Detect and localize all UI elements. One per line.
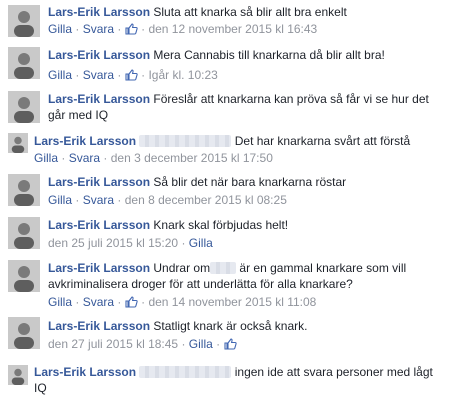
author-name[interactable]: Lars-Erik Larsson (34, 134, 136, 148)
avatar[interactable] (8, 260, 40, 292)
thumbs-up-icon[interactable] (125, 23, 138, 35)
author-name[interactable]: Lars-Erik Larsson (48, 92, 150, 106)
comment: Lars-Erik Larsson Det har knarkarna svår… (0, 130, 452, 170)
avatar[interactable] (8, 174, 40, 206)
separator: · (181, 337, 186, 351)
author-name[interactable]: Lars-Erik Larsson (48, 261, 150, 275)
comment-timestamp[interactable]: den 27 juli 2015 kl 18:45 (48, 337, 178, 351)
comment-timestamp[interactable]: den 8 december 2015 kl 08:25 (125, 193, 287, 207)
comment-text: Det har knarkarna svårt att förstå (234, 134, 411, 148)
thumbs-up-icon[interactable] (125, 296, 138, 308)
comment-timestamp[interactable]: den 12 november 2015 kl 16:43 (148, 22, 317, 36)
comment: Lars-Erik Larsson Så blir det när bara k… (0, 170, 452, 214)
avatar[interactable] (8, 365, 28, 385)
comment-timestamp[interactable]: Igår kl. 10:23 (148, 68, 217, 82)
separator: · (216, 337, 221, 351)
reply-button[interactable]: Svara (69, 151, 100, 165)
reply-button[interactable]: Svara (83, 193, 114, 207)
avatar[interactable] (8, 217, 40, 249)
separator: · (75, 22, 80, 36)
comment: Lars-Erik Larsson Undrar om är en gammal… (0, 258, 452, 312)
like-button[interactable]: Gilla (189, 236, 213, 250)
comment: Lars-Erik Larsson Mera Cannabis till kna… (0, 44, 452, 86)
comment: Lars-Erik Larsson Knark skal förbjudas h… (0, 214, 452, 258)
separator: · (181, 236, 186, 250)
separator: · (75, 68, 80, 82)
comment-timestamp[interactable]: den 25 juli 2015 kl 15:20 (48, 236, 178, 250)
thumbs-up-icon[interactable] (223, 338, 237, 350)
author-name[interactable]: Lars-Erik Larsson (48, 319, 150, 333)
comment-text: Sluta att knarka så blir allt bra enkelt (153, 5, 347, 19)
comment-text: Knark skal förbjudas helt! (153, 218, 289, 232)
separator: · (141, 295, 146, 309)
thumbs-up-icon[interactable] (125, 69, 138, 81)
separator: · (75, 193, 80, 207)
avatar[interactable] (8, 133, 28, 153)
separator: · (61, 151, 66, 165)
avatar[interactable] (8, 5, 40, 37)
comment-timestamp[interactable]: den 3 december 2015 kl 17:50 (111, 151, 273, 165)
like-button[interactable]: Gilla (48, 193, 72, 207)
comment-text: Undrar om (153, 261, 211, 275)
like-button[interactable]: Gilla (48, 295, 72, 309)
author-name[interactable]: Lars-Erik Larsson (34, 365, 136, 379)
redacted-name (139, 135, 232, 147)
reply-button[interactable]: Svara (83, 295, 114, 309)
comment-text: Mera Cannabis till knarkarna då blir all… (153, 48, 385, 62)
comment: Lars-Erik Larsson Statligt knark är ocks… (0, 314, 452, 358)
separator: · (75, 295, 80, 309)
author-name[interactable]: Lars-Erik Larsson (48, 5, 150, 19)
separator: · (141, 22, 146, 36)
comment: Lars-Erik Larsson ingen ide att svara pe… (0, 360, 452, 400)
separator: · (117, 295, 122, 309)
comment-text: Statligt knark är också knark. (153, 319, 308, 333)
comment: Lars-Erik Larsson Föreslår att knarkarna… (0, 86, 452, 130)
comment-timestamp[interactable]: den 14 november 2015 kl 11:08 (148, 295, 316, 309)
like-button[interactable]: Gilla (189, 337, 213, 351)
author-name[interactable]: Lars-Erik Larsson (48, 48, 150, 62)
reply-button[interactable]: Svara (83, 22, 114, 36)
redacted-name (139, 366, 232, 378)
like-button[interactable]: Gilla (48, 22, 72, 36)
reply-button[interactable]: Svara (83, 68, 114, 82)
separator: · (117, 193, 122, 207)
separator: · (117, 68, 122, 82)
comment-text: Så blir det när bara knarkarna röstar (153, 175, 347, 189)
separator: · (141, 68, 146, 82)
redacted-name (210, 262, 237, 274)
separator: · (103, 151, 108, 165)
author-name[interactable]: Lars-Erik Larsson (48, 218, 150, 232)
avatar[interactable] (8, 91, 40, 123)
avatar[interactable] (8, 317, 40, 349)
author-name[interactable]: Lars-Erik Larsson (48, 175, 150, 189)
separator: · (117, 22, 122, 36)
like-button[interactable]: Gilla (34, 151, 58, 165)
avatar[interactable] (8, 47, 40, 79)
like-button[interactable]: Gilla (48, 68, 72, 82)
comment: Lars-Erik Larsson Sluta att knarka så bl… (0, 0, 452, 44)
